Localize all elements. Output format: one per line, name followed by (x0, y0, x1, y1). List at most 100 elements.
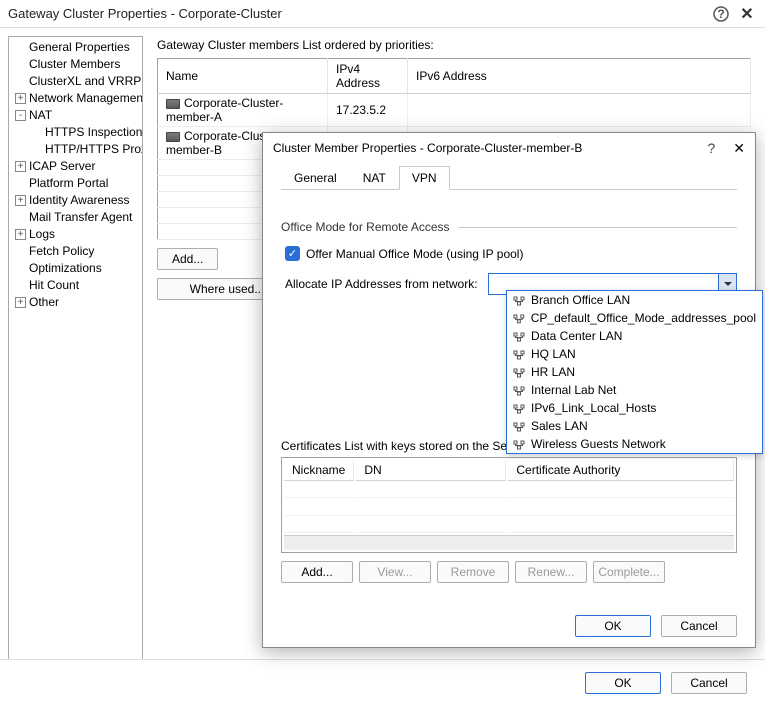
cert-col-ca[interactable]: Certificate Authority (508, 460, 734, 481)
expand-icon[interactable]: + (15, 161, 26, 172)
dropdown-option[interactable]: Sales LAN (507, 417, 762, 435)
cancel-button[interactable]: Cancel (671, 672, 747, 694)
close-icon[interactable]: ✕ (737, 4, 757, 24)
tab-vpn[interactable]: VPN (399, 166, 450, 190)
help-icon[interactable]: ? (711, 4, 731, 24)
tab-general[interactable]: General (281, 166, 350, 190)
network-icon (513, 349, 525, 359)
tree-item-label: Other (29, 295, 59, 309)
tree-item-label: Cluster Members (29, 57, 120, 71)
member-name: Corporate-Cluster-member-A (166, 96, 283, 124)
table-row[interactable]: Corporate-Cluster-member-A 17.23.5.2 (158, 94, 751, 127)
dropdown-option[interactable]: HQ LAN (507, 345, 762, 363)
network-icon (513, 313, 525, 323)
tree-item[interactable]: HTTP/HTTPS Proxy (13, 141, 142, 158)
gateway-icon (166, 99, 180, 109)
network-icon (513, 295, 525, 305)
ok-button[interactable]: OK (585, 672, 661, 694)
dialog-cancel-button[interactable]: Cancel (661, 615, 737, 637)
allocate-network-dropdown[interactable]: Branch Office LAN CP_default_Office_Mode_… (506, 290, 763, 454)
offer-office-mode-checkbox[interactable]: ✓ (285, 246, 300, 261)
dialog-close-icon[interactable]: ✕ (733, 140, 745, 157)
dropdown-option[interactable]: HR LAN (507, 363, 762, 381)
expand-icon[interactable]: + (15, 297, 26, 308)
add-member-button[interactable]: Add... (157, 248, 218, 270)
dropdown-option[interactable]: Internal Lab Net (507, 381, 762, 399)
network-icon (513, 331, 525, 341)
tree-item-label: HTTPS Inspection (45, 125, 142, 139)
tree-item[interactable]: General Properties (13, 39, 142, 56)
tree-item[interactable]: Hit Count (13, 277, 142, 294)
cert-remove-button[interactable]: Remove (437, 561, 509, 583)
tree-item-label: Fetch Policy (29, 244, 94, 258)
dropdown-option-label: Wireless Guests Network (531, 437, 666, 451)
members-heading: Gateway Cluster members List ordered by … (157, 38, 751, 52)
allocate-label: Allocate IP Addresses from network: (285, 277, 478, 291)
tree-item[interactable]: HTTPS Inspection (13, 124, 142, 141)
dialog-title: Cluster Member Properties - Corporate-Cl… (273, 141, 707, 155)
cert-renew-button[interactable]: Renew... (515, 561, 587, 583)
dialog-ok-button[interactable]: OK (575, 615, 651, 637)
dropdown-option-label: HR LAN (531, 365, 575, 379)
dropdown-option-label: Sales LAN (531, 419, 588, 433)
nav-tree-panel: General Properties Cluster Members Cluster… (8, 36, 143, 663)
tree-item-label: ICAP Server (29, 159, 95, 173)
expand-icon[interactable]: + (15, 195, 26, 206)
tree-item-label: HTTP/HTTPS Proxy (45, 142, 143, 156)
tree-item-label: Network Management (29, 91, 143, 105)
expand-icon[interactable]: + (15, 229, 26, 240)
cert-add-button[interactable]: Add... (281, 561, 353, 583)
cert-view-button[interactable]: View... (359, 561, 431, 583)
dropdown-option-label: Internal Lab Net (531, 383, 616, 397)
tree-item[interactable]: Cluster Members (13, 56, 142, 73)
cert-scrollbar[interactable] (284, 535, 734, 550)
tree-item[interactable]: ClusterXL and VRRP (13, 73, 142, 90)
tree-item[interactable]: Optimizations (13, 260, 142, 277)
tree-item[interactable]: +Other (13, 294, 142, 311)
svg-text:?: ? (717, 7, 724, 21)
dialog-help-icon[interactable]: ? (707, 140, 715, 156)
tree-item[interactable]: Mail Transfer Agent (13, 209, 142, 226)
collapse-icon[interactable]: - (15, 110, 26, 121)
tree-item[interactable]: +Logs (13, 226, 142, 243)
dropdown-option-label: Data Center LAN (531, 329, 622, 343)
tree-item[interactable]: +ICAP Server (13, 158, 142, 175)
tree-item-label: Optimizations (29, 261, 102, 275)
dropdown-option[interactable]: CP_default_Office_Mode_addresses_pool (507, 309, 762, 327)
member-ipv4: 17.23.5.2 (328, 94, 408, 127)
cert-complete-button[interactable]: Complete... (593, 561, 665, 583)
col-name[interactable]: Name (158, 59, 328, 94)
gateway-icon (166, 132, 180, 142)
office-mode-label: Office Mode for Remote Access (281, 220, 450, 234)
network-icon (513, 367, 525, 377)
certs-table[interactable]: Nickname DN Certificate Authority (281, 457, 737, 553)
tree-item-label: NAT (29, 108, 52, 122)
tree-item-label: Identity Awareness (29, 193, 130, 207)
tree-item[interactable]: +Network Management (13, 90, 142, 107)
col-ipv4[interactable]: IPv4 Address (328, 59, 408, 94)
offer-office-mode-label: Offer Manual Office Mode (using IP pool) (306, 247, 523, 261)
tree-item-label: ClusterXL and VRRP (29, 74, 141, 88)
dropdown-option[interactable]: Data Center LAN (507, 327, 762, 345)
network-icon (513, 421, 525, 431)
cert-col-dn[interactable]: DN (356, 460, 506, 481)
dialog-titlebar: Cluster Member Properties - Corporate-Cl… (263, 133, 755, 163)
tree-item[interactable]: Fetch Policy (13, 243, 142, 260)
dropdown-option-label: Branch Office LAN (531, 293, 630, 307)
tree-item[interactable]: -NAT (13, 107, 142, 124)
dropdown-option[interactable]: IPv6_Link_Local_Hosts (507, 399, 762, 417)
tree-item[interactable]: +Identity Awareness (13, 192, 142, 209)
cert-col-nickname[interactable]: Nickname (284, 460, 354, 481)
tree-item-label: Platform Portal (29, 176, 108, 190)
window-footer: OK Cancel (0, 659, 765, 705)
col-ipv6[interactable]: IPv6 Address (408, 59, 751, 94)
tree-item-label: General Properties (29, 40, 130, 54)
dropdown-option-label: CP_default_Office_Mode_addresses_pool (531, 311, 756, 325)
expand-icon[interactable]: + (15, 93, 26, 104)
dropdown-option[interactable]: Wireless Guests Network (507, 435, 762, 453)
dropdown-option[interactable]: Branch Office LAN (507, 291, 762, 309)
tree-item[interactable]: Platform Portal (13, 175, 142, 192)
tab-nat[interactable]: NAT (350, 166, 399, 190)
dropdown-option-label: IPv6_Link_Local_Hosts (531, 401, 656, 415)
tree-item-label: Mail Transfer Agent (29, 210, 132, 224)
